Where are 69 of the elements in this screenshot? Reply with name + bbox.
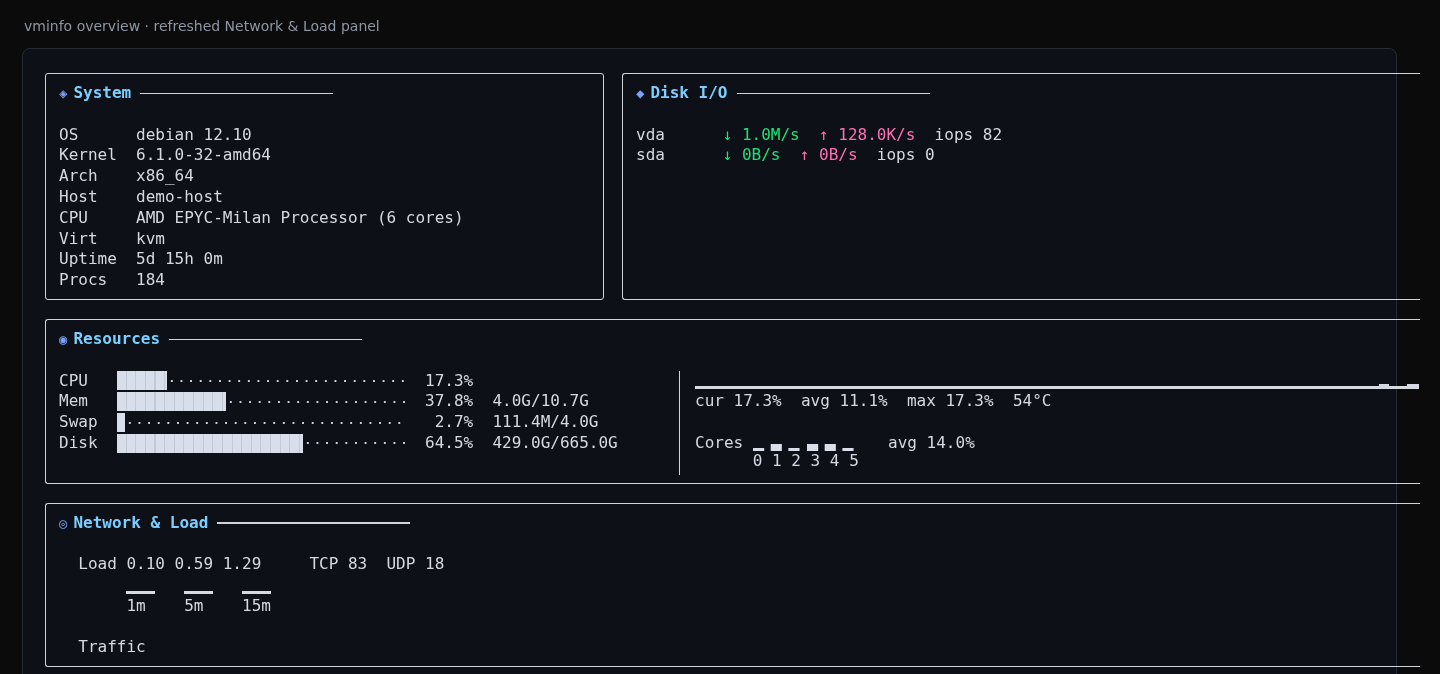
info-value: 5d 15h 0m: [136, 249, 223, 271]
info-value: kvm: [136, 228, 165, 250]
panel-title: Disk I/O: [650, 83, 728, 104]
core-number: 5: [849, 451, 859, 473]
load-bar: [242, 591, 271, 594]
info-value: 6.1.0-32-amd64: [136, 145, 271, 167]
circle-icon: ◉: [59, 328, 68, 350]
core-number: 1: [772, 451, 782, 473]
usage-detail: 429.0G/665.0G: [492, 432, 618, 454]
traffic-label: Traffic: [78, 637, 146, 659]
cores-label: Cores: [695, 432, 745, 454]
cores-average: avg 14.0%: [888, 432, 975, 454]
target-icon: ◎: [59, 512, 68, 534]
read-rate: ↓ 0B/s: [722, 145, 781, 167]
info-value: demo-host: [136, 187, 223, 208]
load-bar: [184, 591, 214, 594]
device-name: sda: [636, 145, 666, 167]
percent-value: 2.7%: [433, 412, 474, 433]
usage-detail: 4.0G/10.7G: [492, 391, 589, 413]
read-rate: ↓ 1.0M/s: [722, 124, 800, 146]
diamond-icon: ◆: [636, 83, 645, 104]
load-value: 0.10: [126, 554, 165, 575]
write-rate: ↑ 128.0K/s: [819, 124, 916, 146]
info-value: AMD EPYC-Milan Processor (6 cores): [136, 207, 464, 229]
load-value: 1.29: [222, 554, 262, 575]
percent-value: 17.3%: [424, 370, 474, 392]
core-number: 3: [810, 451, 821, 473]
percent-value: 37.8%: [424, 391, 474, 413]
core-number: 0: [752, 451, 763, 473]
iops-value: iops 0: [876, 145, 935, 167]
panel-title: System: [73, 83, 132, 104]
info-label: OS: [59, 124, 80, 146]
info-label: Virt: [59, 228, 99, 250]
meter-label: Mem: [59, 391, 89, 413]
meter-label: Disk: [59, 432, 99, 454]
percent-value: 64.5%: [424, 432, 474, 454]
panel-title: Resources: [73, 328, 161, 350]
cpu-stat: max 17.3%: [906, 391, 994, 413]
load-value: 0.59: [174, 554, 214, 575]
info-value: 184: [136, 270, 165, 291]
device-name: vda: [636, 124, 666, 146]
cpu-stat: avg 11.1%: [800, 391, 888, 413]
info-label: CPU: [59, 207, 89, 229]
load-window-label: 15m: [242, 595, 271, 617]
core-number: 4: [829, 451, 840, 473]
info-label: Procs: [59, 270, 109, 291]
load-bar: [126, 591, 156, 594]
info-label: Kernel: [59, 145, 118, 167]
tcp-count: TCP 83: [309, 554, 368, 575]
meter-label: CPU: [59, 370, 89, 392]
usage-detail: 111.4M/4.0G: [492, 412, 599, 433]
load-window-label: 5m: [184, 595, 204, 617]
cpu-stat: 54°C: [1012, 391, 1052, 413]
meter-label: Swap: [59, 412, 99, 433]
info-value: x86_64: [136, 166, 194, 187]
cpu-stat: cur 17.3%: [695, 391, 782, 413]
core-number: 2: [791, 451, 801, 473]
diamond-icon: ◈: [59, 83, 68, 104]
info-value: debian 12.10: [136, 124, 252, 146]
info-label: Host: [59, 187, 99, 208]
page-caption: vminfo overview · refreshed Network & Load panel: [23, 17, 381, 36]
write-rate: ↑ 0B/s: [799, 145, 858, 167]
load-window-label: 1m: [126, 595, 146, 617]
info-label: Uptime: [59, 249, 118, 271]
load-label: Load: [78, 554, 118, 575]
iops-value: iops 82: [934, 124, 1003, 146]
panel-title: Network & Load: [73, 512, 209, 534]
info-label: Arch: [59, 166, 99, 187]
udp-count: UDP 18: [386, 554, 445, 575]
